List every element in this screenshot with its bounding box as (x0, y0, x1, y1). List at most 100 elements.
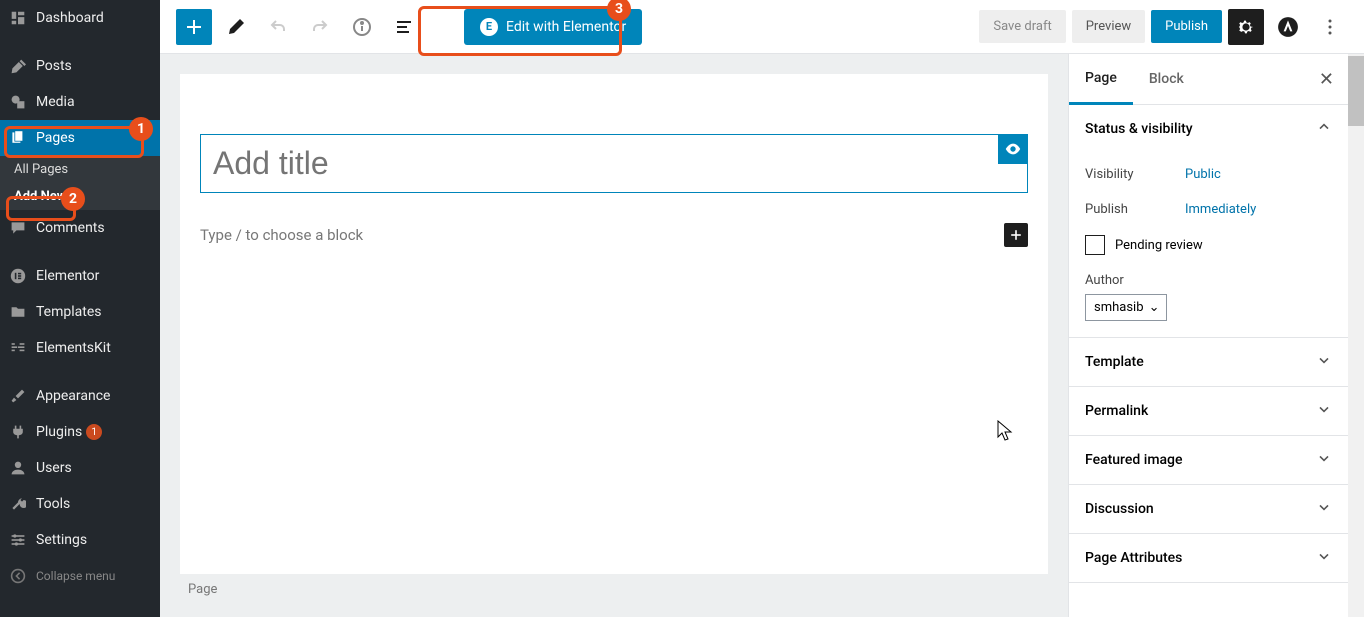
sidebar-item-comments[interactable]: Comments (0, 210, 160, 246)
sidebar-item-label: Appearance (36, 388, 110, 404)
more-options-button[interactable] (1312, 9, 1348, 45)
admin-sidebar: Dashboard Posts Media Pages All Pages Ad… (0, 0, 160, 617)
sidebar-item-label: ElementsKit (36, 340, 111, 356)
elementor-icon (8, 266, 28, 286)
editor-column: Type / to choose a block Page (160, 54, 1068, 617)
pending-review-checkbox[interactable] (1085, 235, 1105, 255)
visibility-label: Visibility (1085, 167, 1185, 182)
astra-icon[interactable] (1270, 9, 1306, 45)
panel-header-page-attributes[interactable]: Page Attributes (1069, 534, 1348, 582)
sidebar-item-label: Templates (36, 304, 102, 320)
panel-header-status[interactable]: Status & visibility (1069, 105, 1348, 153)
panel-header-permalink[interactable]: Permalink (1069, 387, 1348, 435)
visibility-eye-icon[interactable] (998, 134, 1028, 164)
panel-title: Permalink (1085, 403, 1148, 419)
sidebar-item-label: Comments (36, 220, 105, 236)
sidebar-item-label: Tools (36, 496, 70, 512)
sidebar-item-collapse[interactable]: Collapse menu (0, 558, 160, 594)
tab-page[interactable]: Page (1069, 54, 1133, 105)
block-placeholder[interactable]: Type / to choose a block (200, 226, 363, 244)
dashboard-icon (8, 8, 28, 28)
panel-template: Template (1069, 338, 1348, 387)
sidebar-item-elementskit[interactable]: ElementsKit (0, 330, 160, 366)
add-block-button[interactable] (1004, 223, 1028, 247)
chevron-down-icon (1316, 548, 1332, 568)
chevron-down-icon (1316, 499, 1332, 519)
user-icon (8, 458, 28, 478)
media-icon (8, 92, 28, 112)
panel-title: Featured image (1085, 452, 1183, 468)
panel-title: Status & visibility (1085, 121, 1193, 137)
sidebar-item-label: Pages (36, 130, 75, 146)
sidebar-item-pages[interactable]: Pages (0, 120, 160, 156)
outline-button[interactable] (386, 9, 422, 45)
add-block-toolbar-button[interactable] (176, 9, 212, 45)
sidebar-item-posts[interactable]: Posts (0, 48, 160, 84)
block-area: Type / to choose a block (200, 223, 1028, 247)
row-publish: Publish Immediately (1085, 192, 1332, 227)
scrollbar-thumb[interactable] (1348, 56, 1364, 126)
panel-header-template[interactable]: Template (1069, 338, 1348, 386)
elementor-btn-label: Edit with Elementor (506, 19, 626, 35)
sidebar-item-label: Users (36, 460, 72, 476)
sidebar-item-label: Plugins (36, 424, 82, 440)
plug-icon (8, 422, 28, 442)
collapse-icon (8, 566, 28, 586)
panel-permalink: Permalink (1069, 387, 1348, 436)
sidebar-item-appearance[interactable]: Appearance (0, 378, 160, 414)
sidebar-item-tools[interactable]: Tools (0, 486, 160, 522)
sidebar-item-users[interactable]: Users (0, 450, 160, 486)
info-button[interactable] (344, 9, 380, 45)
brush-icon (8, 386, 28, 406)
visibility-value[interactable]: Public (1185, 167, 1221, 182)
sliders-icon (8, 530, 28, 550)
panel-featured-image: Featured image (1069, 436, 1348, 485)
content-area: Type / to choose a block Page Page Block… (160, 54, 1364, 617)
edit-icon[interactable] (218, 9, 254, 45)
row-pending-review: Pending review (1085, 227, 1332, 267)
sidebar-item-settings[interactable]: Settings (0, 522, 160, 558)
sidebar-item-templates[interactable]: Templates (0, 294, 160, 330)
edit-with-elementor-button[interactable]: E Edit with Elementor (464, 9, 642, 45)
title-input[interactable] (200, 134, 1028, 193)
pages-icon (8, 128, 28, 148)
author-value: smhasib (1094, 300, 1144, 315)
pages-submenu: All Pages Add New (0, 156, 160, 210)
panel-header-discussion[interactable]: Discussion (1069, 485, 1348, 533)
sidebar-item-media[interactable]: Media (0, 84, 160, 120)
sidebar-item-label: Posts (36, 58, 72, 74)
panel-header-featured-image[interactable]: Featured image (1069, 436, 1348, 484)
save-draft-button[interactable]: Save draft (979, 10, 1065, 43)
panel-title: Page Attributes (1085, 550, 1182, 566)
settings-panel: Page Block ✕ Status & visibility Visibil… (1068, 54, 1348, 617)
breadcrumb-page: Page (180, 574, 1048, 597)
author-select[interactable]: smhasib (1085, 294, 1167, 321)
chevron-down-icon (1316, 352, 1332, 372)
close-panel-button[interactable]: ✕ (1305, 61, 1348, 98)
sidebar-item-dashboard[interactable]: Dashboard (0, 0, 160, 36)
sidebar-item-plugins[interactable]: Plugins 1 (0, 414, 160, 450)
panel-title: Discussion (1085, 501, 1154, 517)
publish-button[interactable]: Publish (1151, 10, 1222, 43)
sidebar-item-label: Media (36, 94, 75, 110)
submenu-add-new[interactable]: Add New (0, 183, 160, 210)
redo-button[interactable] (302, 9, 338, 45)
publish-value[interactable]: Immediately (1185, 202, 1256, 217)
chevron-down-icon (1316, 401, 1332, 421)
settings-toggle-button[interactable] (1228, 9, 1264, 45)
panel-title: Template (1085, 354, 1144, 370)
submenu-all-pages[interactable]: All Pages (0, 156, 160, 183)
chevron-up-icon (1316, 119, 1332, 139)
preview-button[interactable]: Preview (1072, 10, 1145, 43)
undo-button[interactable] (260, 9, 296, 45)
scrollbar[interactable] (1348, 54, 1364, 617)
sidebar-item-elementor[interactable]: Elementor (0, 258, 160, 294)
editor-topbar: E Edit with Elementor Save draft Preview… (160, 0, 1364, 54)
pending-review-label: Pending review (1115, 238, 1203, 253)
comment-icon (8, 218, 28, 238)
sidebar-item-label: Elementor (36, 268, 99, 284)
row-visibility: Visibility Public (1085, 157, 1332, 192)
settings-tabs: Page Block ✕ (1069, 54, 1348, 105)
tab-block[interactable]: Block (1133, 55, 1200, 103)
sidebar-item-label: Collapse menu (36, 569, 115, 583)
